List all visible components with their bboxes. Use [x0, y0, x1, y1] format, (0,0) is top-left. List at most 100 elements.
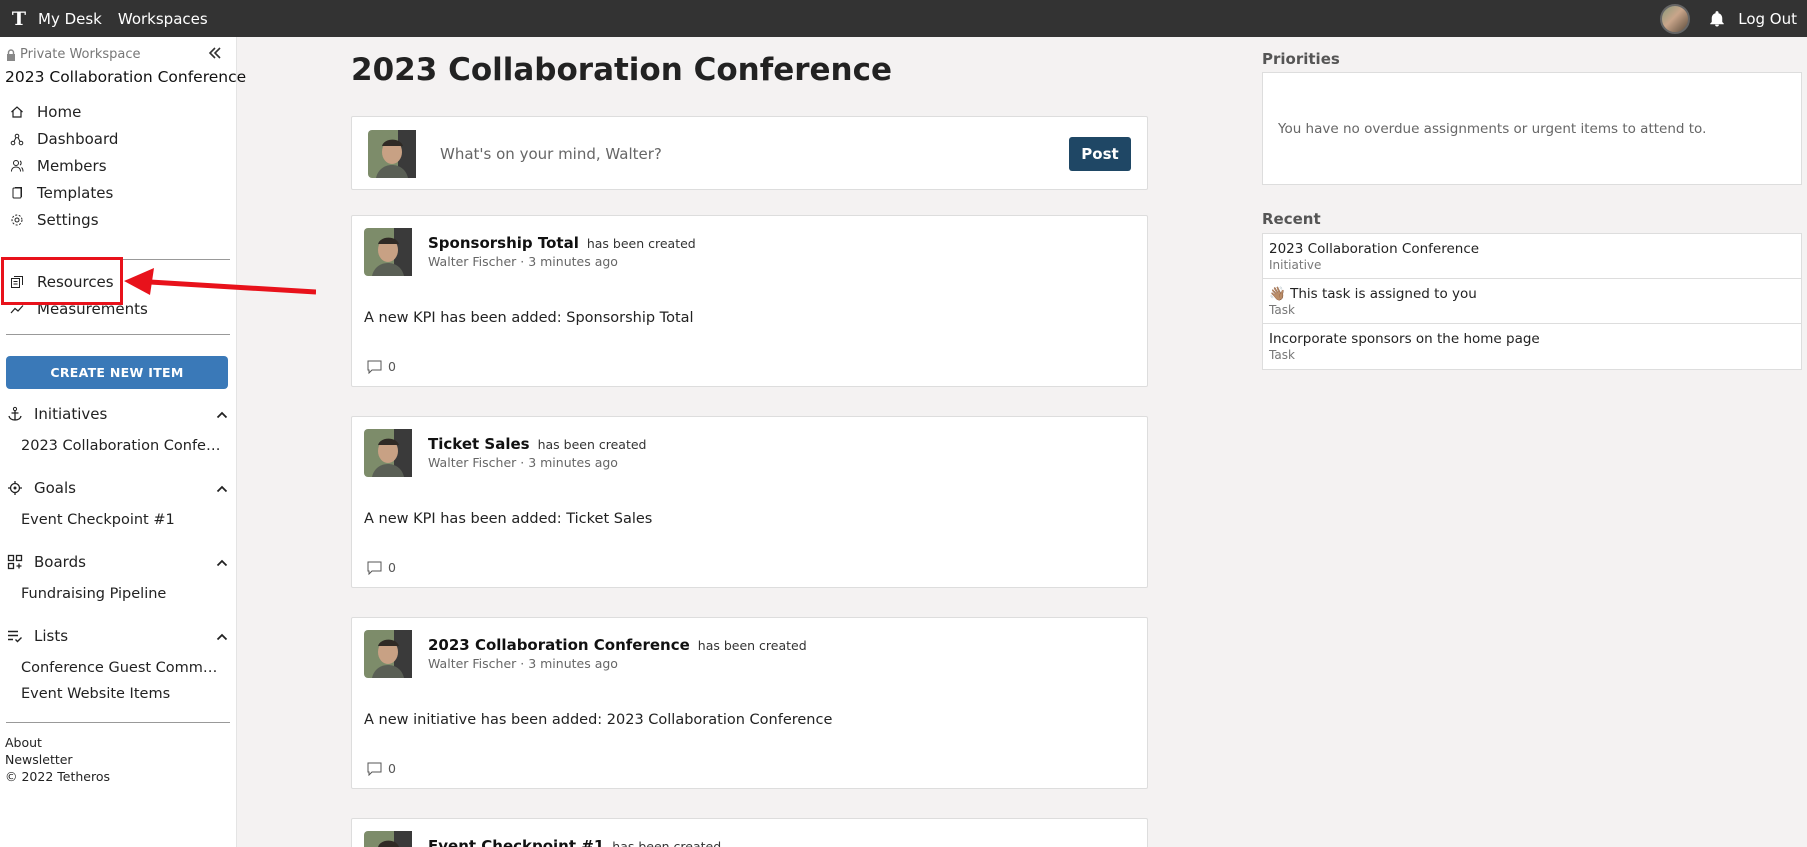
- members-icon: [9, 158, 25, 174]
- create-new-item-button[interactable]: CREATE NEW ITEM: [6, 356, 228, 389]
- sidebar-item-label: Dashboard: [37, 130, 119, 148]
- board-item[interactable]: Fundraising Pipeline: [21, 586, 226, 602]
- feed-card-title[interactable]: Sponsorship Total: [428, 234, 579, 252]
- sidebar-item-label: Members: [37, 157, 107, 175]
- feed-card-title[interactable]: Ticket Sales: [428, 435, 530, 453]
- chevron-up-icon[interactable]: [216, 553, 228, 571]
- sidebar-item-dashboard[interactable]: Dashboard: [9, 130, 118, 148]
- user-avatar: [364, 831, 412, 847]
- page-title: 2023 Collaboration Conference: [351, 52, 893, 88]
- section-lists[interactable]: Lists: [6, 627, 228, 645]
- logout-link[interactable]: Log Out: [1738, 10, 1797, 28]
- priorities-message: You have no overdue assignments or urgen…: [1278, 121, 1707, 137]
- feed-card: Sponsorship Total has been created Walte…: [351, 215, 1148, 387]
- comment-count: 0: [388, 359, 396, 374]
- feed-card: 2023 Collaboration Conference has been c…: [351, 617, 1148, 789]
- comment-icon: [367, 762, 382, 776]
- resources-highlight-box: [1, 257, 123, 305]
- list-item[interactable]: Event Website Items: [21, 686, 226, 702]
- feed-card-body: A new KPI has been added: Ticket Sales: [364, 511, 653, 527]
- comment-count: 0: [388, 560, 396, 575]
- recent-heading: Recent: [1262, 210, 1321, 228]
- initiative-item[interactable]: 2023 Collaboration Conference: [21, 438, 226, 454]
- section-title: Lists: [34, 627, 69, 645]
- priorities-panel: You have no overdue assignments or urgen…: [1262, 72, 1802, 185]
- section-boards[interactable]: Boards: [6, 553, 228, 571]
- comments-button[interactable]: 0: [367, 560, 396, 575]
- sidebar: Private Workspace 2023 Collaboration Con…: [0, 37, 246, 847]
- target-icon: [6, 479, 24, 497]
- user-avatar[interactable]: [1660, 3, 1691, 34]
- home-icon: [9, 104, 25, 120]
- chevron-up-icon[interactable]: [216, 627, 228, 645]
- sidebar-item-home[interactable]: Home: [9, 103, 81, 121]
- section-initiatives[interactable]: Initiatives: [6, 405, 228, 423]
- post-button[interactable]: Post: [1069, 137, 1131, 171]
- recent-item-type: Task: [1269, 348, 1295, 362]
- priorities-heading: Priorities: [1262, 50, 1340, 68]
- feed-card: Ticket Sales has been created Walter Fis…: [351, 416, 1148, 588]
- collapse-sidebar-icon[interactable]: [208, 45, 222, 64]
- feed-card-title[interactable]: 2023 Collaboration Conference: [428, 636, 690, 654]
- feed-card-body: A new initiative has been added: 2023 Co…: [364, 712, 833, 728]
- workspace-label-text: Private Workspace: [20, 47, 141, 62]
- anchor-icon: [6, 405, 24, 423]
- comments-button[interactable]: 0: [367, 761, 396, 776]
- workspaces-link[interactable]: Workspaces: [118, 10, 208, 28]
- lists-icon: [6, 627, 24, 645]
- feed-card-header: Sponsorship Total has been created: [428, 234, 696, 252]
- section-goals[interactable]: Goals: [6, 479, 228, 497]
- comment-icon: [367, 561, 382, 575]
- feed-card-title[interactable]: Event Checkpoint #1: [428, 837, 604, 847]
- tetheros-logo[interactable]: T: [0, 8, 38, 30]
- sidebar-item-members[interactable]: Members: [9, 157, 107, 175]
- recent-item[interactable]: 2023 Collaboration Conference Initiative: [1263, 234, 1801, 279]
- user-avatar: [364, 228, 412, 276]
- feed-card-header: Ticket Sales has been created: [428, 435, 646, 453]
- sidebar-item-templates[interactable]: Templates: [9, 184, 113, 202]
- topbar-right: Log Out: [1660, 3, 1807, 34]
- recent-item-type: Task: [1269, 303, 1295, 317]
- chevron-up-icon[interactable]: [216, 405, 228, 423]
- settings-icon: [9, 212, 25, 228]
- comment-count: 0: [388, 761, 396, 776]
- recent-item-type: Initiative: [1269, 258, 1322, 272]
- recent-item[interactable]: 👋🏽 This task is assigned to you Task: [1263, 279, 1801, 324]
- goal-item[interactable]: Event Checkpoint #1: [21, 512, 226, 528]
- feed-card-header: 2023 Collaboration Conference has been c…: [428, 636, 807, 654]
- list-item[interactable]: Conference Guest Communications: [21, 660, 226, 676]
- user-avatar: [364, 429, 412, 477]
- bell-icon[interactable]: [1708, 10, 1726, 28]
- comments-button[interactable]: 0: [367, 359, 396, 374]
- feed-card-meta: Walter Fischer · 3 minutes ago: [428, 656, 618, 671]
- copyright-text: © 2022 Tetheros: [5, 769, 110, 784]
- about-link[interactable]: About: [5, 735, 42, 750]
- recent-list: 2023 Collaboration Conference Initiative…: [1262, 233, 1802, 370]
- boards-icon: [6, 553, 24, 571]
- recent-item-title: Incorporate sponsors on the home page: [1269, 331, 1540, 347]
- newsletter-link[interactable]: Newsletter: [5, 752, 73, 767]
- workspace-privacy-label: Private Workspace: [6, 47, 141, 62]
- sidebar-item-label: Home: [37, 103, 82, 121]
- my-desk-link[interactable]: My Desk: [38, 10, 102, 28]
- post-composer: What's on your mind, Walter? Post: [351, 116, 1148, 190]
- dashboard-icon: [9, 131, 25, 147]
- sidebar-item-label: Templates: [37, 184, 114, 202]
- recent-item[interactable]: Incorporate sponsors on the home page Ta…: [1263, 324, 1801, 369]
- user-avatar: [364, 630, 412, 678]
- annotation-arrow-icon: [124, 268, 316, 295]
- composer-input[interactable]: What's on your mind, Walter?: [440, 145, 662, 163]
- sidebar-item-settings[interactable]: Settings: [9, 211, 99, 229]
- feed-card-verb: has been created: [586, 236, 696, 251]
- recent-item-title: 👋🏽 This task is assigned to you: [1269, 286, 1477, 302]
- feed-card-verb: has been created: [537, 437, 647, 452]
- feed-card-verb: has been created: [612, 839, 722, 847]
- feed-card-body: A new KPI has been added: Sponsorship To…: [364, 310, 694, 326]
- feed-card-verb: has been created: [697, 638, 807, 653]
- chevron-up-icon[interactable]: [216, 479, 228, 497]
- recent-item-title: 2023 Collaboration Conference: [1269, 241, 1480, 257]
- section-title: Initiatives: [34, 405, 108, 423]
- sidebar-item-label: Settings: [37, 211, 99, 229]
- feed-card-meta: Walter Fischer · 3 minutes ago: [428, 455, 618, 470]
- sidebar-divider: [6, 334, 230, 335]
